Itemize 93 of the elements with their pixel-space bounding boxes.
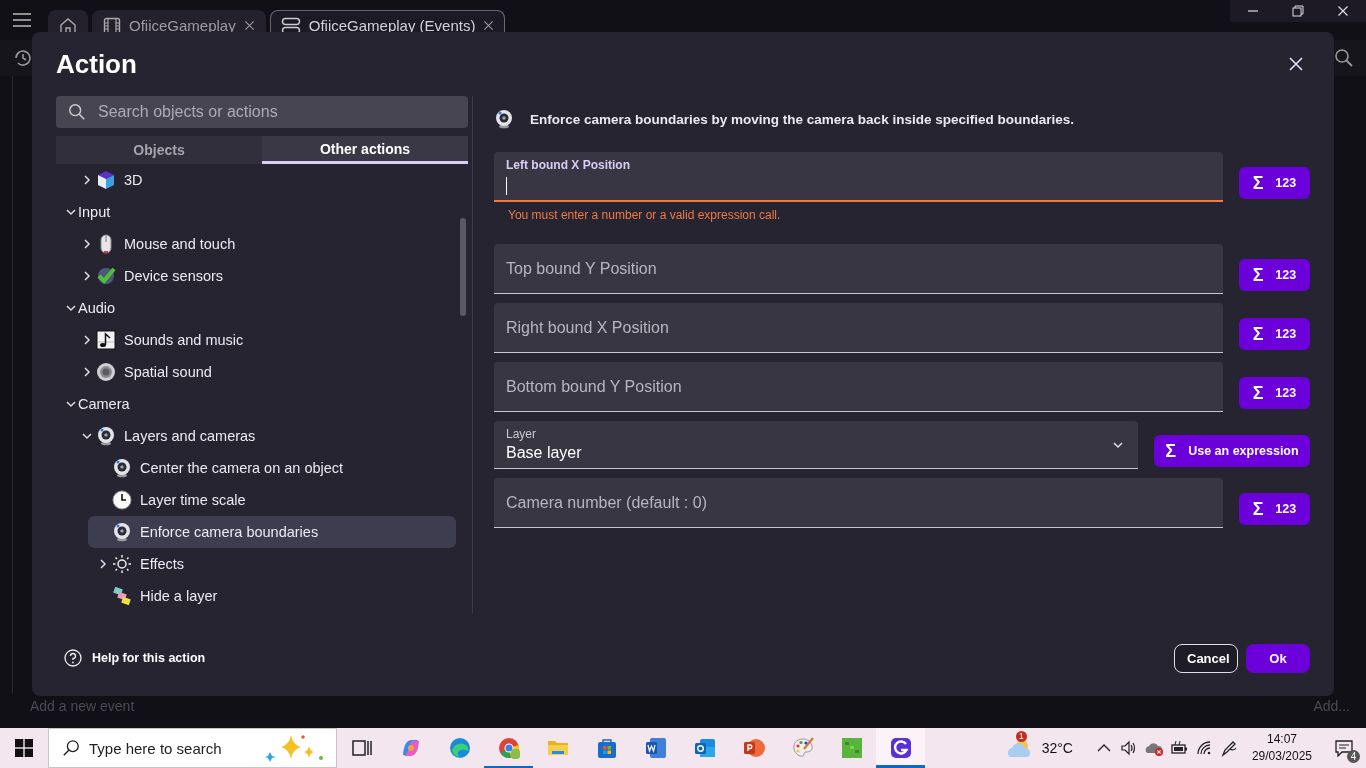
chevron-icon[interactable] xyxy=(82,430,92,442)
browser-icon xyxy=(447,736,472,760)
restore-icon[interactable] xyxy=(1292,5,1304,17)
search-icon xyxy=(62,739,80,757)
check-icon xyxy=(96,266,116,286)
dialog-title: Action xyxy=(56,48,137,80)
taskbar-button[interactable] xyxy=(876,728,925,768)
tab[interactable]: Other actions xyxy=(262,136,468,164)
chevron-icon[interactable] xyxy=(82,334,92,346)
windows-icon[interactable] xyxy=(15,739,33,757)
webcam-icon xyxy=(112,458,132,478)
clock-icon xyxy=(112,490,132,510)
chevron-icon[interactable] xyxy=(82,174,92,186)
error-message: You must enter a number or a valid expression call. xyxy=(507,207,782,224)
film-icon xyxy=(103,16,121,35)
search-icon[interactable] xyxy=(1334,48,1354,68)
action-description: Enforce camera boundaries by moving the camera back inside specified boundaries. xyxy=(530,111,1074,127)
history-icon[interactable] xyxy=(12,47,34,69)
tree-item[interactable]: Layers and cameras xyxy=(72,420,456,452)
tree-item[interactable]: Input xyxy=(56,196,456,228)
menu-icon[interactable] xyxy=(12,12,32,28)
close-icon xyxy=(1288,56,1304,72)
mail-icon xyxy=(692,736,717,760)
document-icon xyxy=(643,736,668,760)
tree-item[interactable]: Effects xyxy=(88,548,456,580)
chevron-icon[interactable] xyxy=(66,302,76,314)
slides-icon xyxy=(741,736,766,760)
pixel-block-icon xyxy=(839,736,864,760)
search-field[interactable]: Search objects or actions xyxy=(56,96,468,128)
close-button[interactable] xyxy=(1288,56,1304,72)
expression-button[interactable]: Σ 123 xyxy=(1239,259,1310,291)
home-icon xyxy=(59,16,77,35)
tree-item[interactable]: Camera xyxy=(56,388,456,420)
clock-date: 29/03/2025 xyxy=(1251,748,1312,765)
pen-icon[interactable] xyxy=(1219,739,1238,757)
chevron-icon[interactable] xyxy=(82,366,92,378)
chevron-icon[interactable] xyxy=(66,206,76,218)
clock-time: 14:07 xyxy=(1266,731,1297,748)
app-logo-icon xyxy=(888,736,913,760)
tree-item[interactable]: Sounds and music xyxy=(72,324,456,356)
temperature: 32°C xyxy=(1041,740,1073,756)
close-icon[interactable] xyxy=(243,20,255,31)
browser-icon xyxy=(496,736,521,760)
ok-button[interactable]: Ok xyxy=(1246,643,1310,673)
help-link[interactable]: Help for this action xyxy=(64,649,206,667)
wifi-icon[interactable] xyxy=(1194,739,1213,757)
search-icon xyxy=(68,103,86,121)
cube-icon xyxy=(96,170,116,190)
tree-item[interactable]: Mouse and touch xyxy=(72,228,456,260)
webcam-icon xyxy=(112,522,132,542)
sparkle-icon xyxy=(265,733,325,763)
webcam-icon xyxy=(96,426,116,446)
speaker-icon xyxy=(96,362,116,382)
tree-item[interactable]: Spatial sound xyxy=(72,356,456,388)
music-note-icon xyxy=(96,330,116,350)
chevron-icon[interactable] xyxy=(82,238,92,250)
webcam-icon xyxy=(494,109,514,129)
notification-count: 4 xyxy=(1347,750,1360,763)
layer-dropdown[interactable]: Layer Base layer xyxy=(494,421,1138,469)
chevron-icon[interactable] xyxy=(66,398,76,410)
expression-button[interactable]: Σ 123 xyxy=(1239,167,1310,199)
tree-item[interactable]: Layer time scale xyxy=(88,484,456,516)
scrollbar-thumb[interactable] xyxy=(460,218,466,316)
tree-item[interactable]: Hide a layer xyxy=(88,580,456,612)
number-field[interactable]: Camera number (default : 0) xyxy=(494,478,1223,528)
tree-item[interactable]: Device sensors xyxy=(72,260,456,292)
number-field[interactable]: Bottom bound Y Position xyxy=(494,362,1223,412)
expression-button[interactable]: Σ 123 xyxy=(1239,318,1310,350)
notification-badge: 1 xyxy=(1015,731,1027,742)
help-icon xyxy=(64,649,82,667)
chevron-icon[interactable] xyxy=(82,270,92,282)
number-field[interactable]: Left bound X Position xyxy=(494,152,1223,202)
expression-button[interactable]: Σ Use an expression xyxy=(1154,435,1310,467)
stack-icon xyxy=(280,16,301,35)
cancel-button[interactable]: Cancel xyxy=(1174,643,1238,673)
tab[interactable]: Objects xyxy=(56,136,262,164)
caret-icon xyxy=(1112,441,1124,449)
tree-item[interactable]: Enforce camera boundaries xyxy=(88,516,456,548)
palette-icon xyxy=(790,736,815,760)
close-icon[interactable] xyxy=(483,20,495,31)
battery-icon[interactable] xyxy=(1169,739,1188,757)
expression-button[interactable]: Σ 123 xyxy=(1239,493,1310,525)
chevron-icon[interactable] xyxy=(98,558,108,570)
layers-icon xyxy=(112,586,132,606)
tree-item[interactable]: 3D xyxy=(72,164,456,196)
number-field[interactable]: Right bound X Position xyxy=(494,303,1223,353)
expression-button[interactable]: Σ 123 xyxy=(1239,377,1310,409)
volume-icon[interactable] xyxy=(1119,739,1138,757)
taskbar-search-field[interactable]: Type here to search xyxy=(48,728,337,768)
tree-item[interactable]: Audio xyxy=(56,292,456,324)
sun-icon xyxy=(112,554,132,574)
tree-item[interactable]: Center the camera on an object xyxy=(88,452,456,484)
number-field[interactable]: Top bound Y Position xyxy=(494,244,1223,294)
